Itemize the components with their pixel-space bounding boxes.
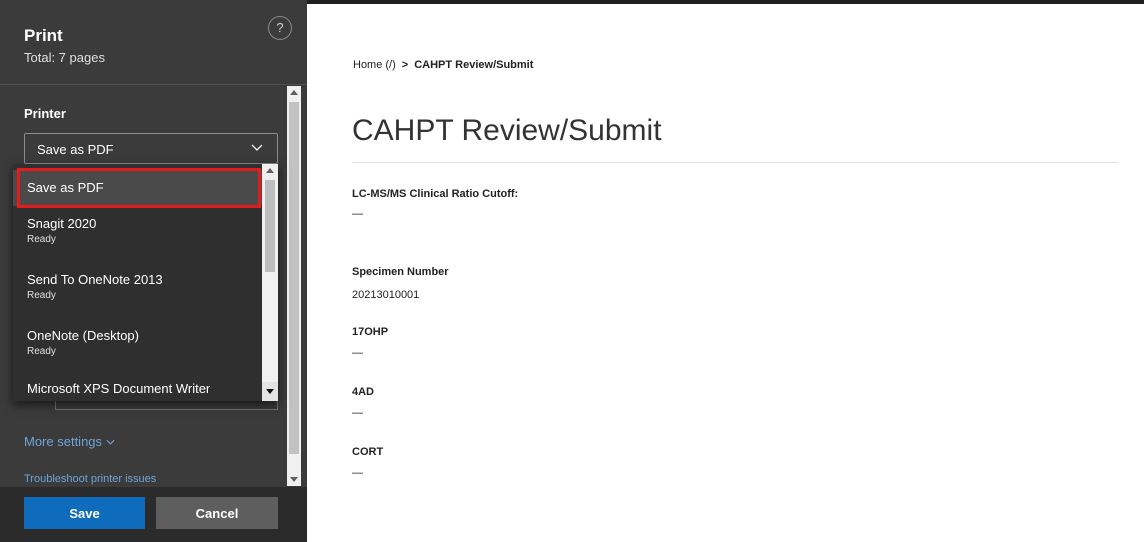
field-label-ratio-cutoff: LC-MS/MS Clinical Ratio Cutoff: xyxy=(352,188,519,200)
breadcrumb-current: CAHPT Review/Submit xyxy=(414,59,534,71)
field-value-ratio-cutoff: — xyxy=(352,208,363,220)
printer-option-status: Ready xyxy=(27,346,56,357)
save-button[interactable]: Save xyxy=(24,497,145,529)
printer-select[interactable]: Save as PDF xyxy=(24,133,278,164)
printer-dropdown: Save as PDF Snagit 2020 Ready Send To On… xyxy=(13,164,278,401)
printer-option-status: Ready xyxy=(27,234,56,245)
dropdown-scroll-down-button[interactable] xyxy=(262,382,278,401)
scroll-up-arrow-icon[interactable] xyxy=(290,90,298,95)
print-title: Print xyxy=(24,26,63,45)
selection-highlight-box xyxy=(17,168,261,208)
scroll-up-arrow-icon[interactable] xyxy=(266,168,274,173)
print-panel: Print Total: 7 pages ? Printer Save as P… xyxy=(0,0,307,542)
field-value-specimen-number: 20213010001 xyxy=(352,289,420,301)
field-value-17ohp: — xyxy=(352,347,363,359)
printer-option-snagit[interactable]: Snagit 2020 Ready xyxy=(13,210,262,254)
troubleshoot-link[interactable]: Troubleshoot printer issues xyxy=(24,473,156,485)
field-label-specimen-number: Specimen Number xyxy=(352,266,449,278)
field-label-4ad: 4AD xyxy=(352,386,375,398)
title-divider xyxy=(352,162,1118,163)
printer-label: Printer xyxy=(24,106,66,121)
field-value-cort: — xyxy=(352,467,363,479)
breadcrumb-home-link[interactable]: Home (/) xyxy=(353,59,396,71)
more-settings-link[interactable]: More settings xyxy=(24,434,115,449)
dropdown-scrollbar-thumb[interactable] xyxy=(265,180,275,272)
scroll-down-arrow-icon xyxy=(266,389,274,394)
more-settings-label: More settings xyxy=(24,434,103,449)
printer-option-onenote-2013[interactable]: Send To OneNote 2013 Ready xyxy=(13,264,262,308)
field-label-cort: CORT xyxy=(352,446,384,458)
printer-option-status: Ready xyxy=(27,290,56,301)
help-icon[interactable]: ? xyxy=(268,16,292,40)
dropdown-scrollbar[interactable] xyxy=(262,164,278,401)
scroll-down-arrow-icon[interactable] xyxy=(290,477,298,482)
panel-scrollbar-thumb[interactable] xyxy=(289,102,299,454)
cancel-button[interactable]: Cancel xyxy=(156,497,278,529)
printer-option-name: Snagit 2020 xyxy=(27,216,97,231)
print-preview: Home (/) > CAHPT Review/Submit CAHPT Revie… xyxy=(307,4,1144,542)
printer-option-name: Send To OneNote 2013 xyxy=(27,272,163,287)
printer-option-name: OneNote (Desktop) xyxy=(27,328,139,343)
chevron-down-icon xyxy=(106,439,115,445)
printer-option-name: Microsoft XPS Document Writer xyxy=(27,381,211,396)
total-pages: Total: 7 pages xyxy=(24,50,105,65)
breadcrumb-separator: > xyxy=(401,59,409,71)
printer-dropdown-list: Save as PDF Snagit 2020 Ready Send To On… xyxy=(13,164,262,401)
page-title: CAHPT Review/Submit xyxy=(352,114,662,147)
printer-option-onenote-desktop[interactable]: OneNote (Desktop) Ready xyxy=(13,320,262,364)
breadcrumb: Home (/) > CAHPT Review/Submit xyxy=(353,59,533,71)
panel-scrollbar[interactable] xyxy=(287,86,301,486)
printer-select-value: Save as PDF xyxy=(37,142,114,157)
field-label-17ohp: 17OHP xyxy=(352,326,389,338)
field-value-4ad: — xyxy=(352,407,363,419)
chevron-down-icon xyxy=(251,144,263,151)
panel-footer: Save Cancel xyxy=(0,487,307,542)
printer-option-xps-writer[interactable]: Microsoft XPS Document Writer xyxy=(13,376,262,401)
